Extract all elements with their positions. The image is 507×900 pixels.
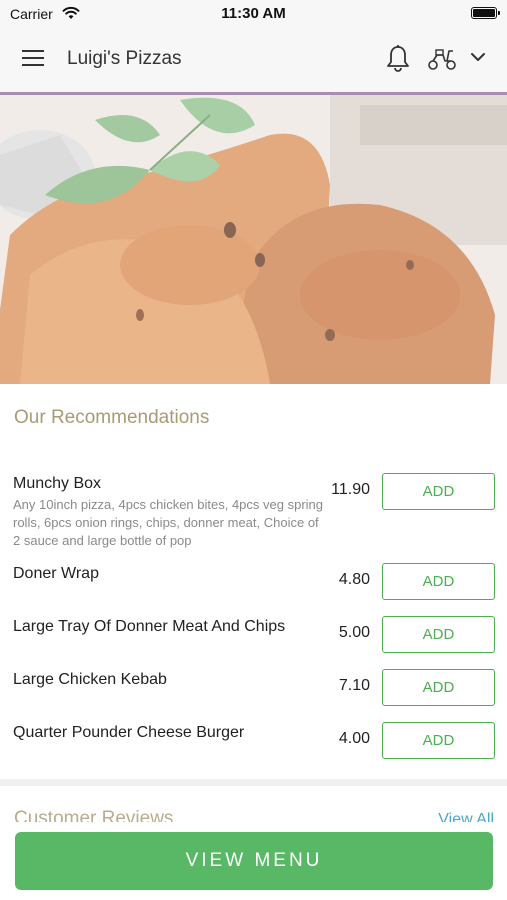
item-price: 11.90 [331, 481, 370, 498]
chevron-down-icon[interactable] [470, 51, 486, 63]
item-name: Munchy Box [13, 475, 102, 492]
section-divider [0, 779, 507, 786]
add-button[interactable]: ADD [382, 473, 495, 510]
menu-item-cheese-burger: Quarter Pounder Cheese Burger 4.00 ADD [0, 722, 507, 764]
menu-item-chicken-kebab: Large Chicken Kebab 7.10 ADD [0, 669, 507, 711]
add-button[interactable]: ADD [382, 722, 495, 759]
item-description: Any 10inch pizza, 4pcs chicken bites, 4p… [13, 497, 324, 548]
item-price: 4.00 [338, 730, 370, 747]
item-price: 5.00 [338, 624, 370, 641]
add-button[interactable]: ADD [382, 616, 495, 653]
recommendations-title: Our Recommendations [14, 407, 210, 428]
hero-food-image [0, 95, 507, 384]
item-name: Doner Wrap [13, 565, 99, 582]
menu-item-large-tray: Large Tray Of Donner Meat And Chips 5.00… [0, 616, 507, 658]
menu-icon[interactable] [22, 50, 46, 70]
add-button[interactable]: ADD [382, 669, 495, 706]
item-price: 7.10 [338, 677, 370, 694]
clock: 11:30 AM [221, 5, 286, 22]
add-button[interactable]: ADD [382, 563, 495, 600]
battery-icon [471, 7, 500, 19]
status-bar: Carrier 11:30 AM [0, 0, 507, 28]
menu-item-doner-wrap: Doner Wrap 4.80 ADD [0, 563, 507, 605]
app-header: Luigi's Pizzas [0, 28, 507, 92]
item-name: Large Tray Of Donner Meat And Chips [13, 618, 286, 635]
menu-item-munchy-box: Munchy Box Any 10inch pizza, 4pcs chicke… [0, 473, 507, 555]
item-price: 4.80 [338, 571, 370, 588]
item-name: Quarter Pounder Cheese Burger [13, 724, 245, 741]
item-name: Large Chicken Kebab [13, 671, 167, 688]
scooter-icon[interactable] [427, 47, 457, 71]
bell-icon[interactable] [385, 44, 411, 74]
restaurant-title: Luigi's Pizzas [67, 48, 182, 69]
view-menu-button[interactable]: VIEW MENU [15, 832, 493, 890]
